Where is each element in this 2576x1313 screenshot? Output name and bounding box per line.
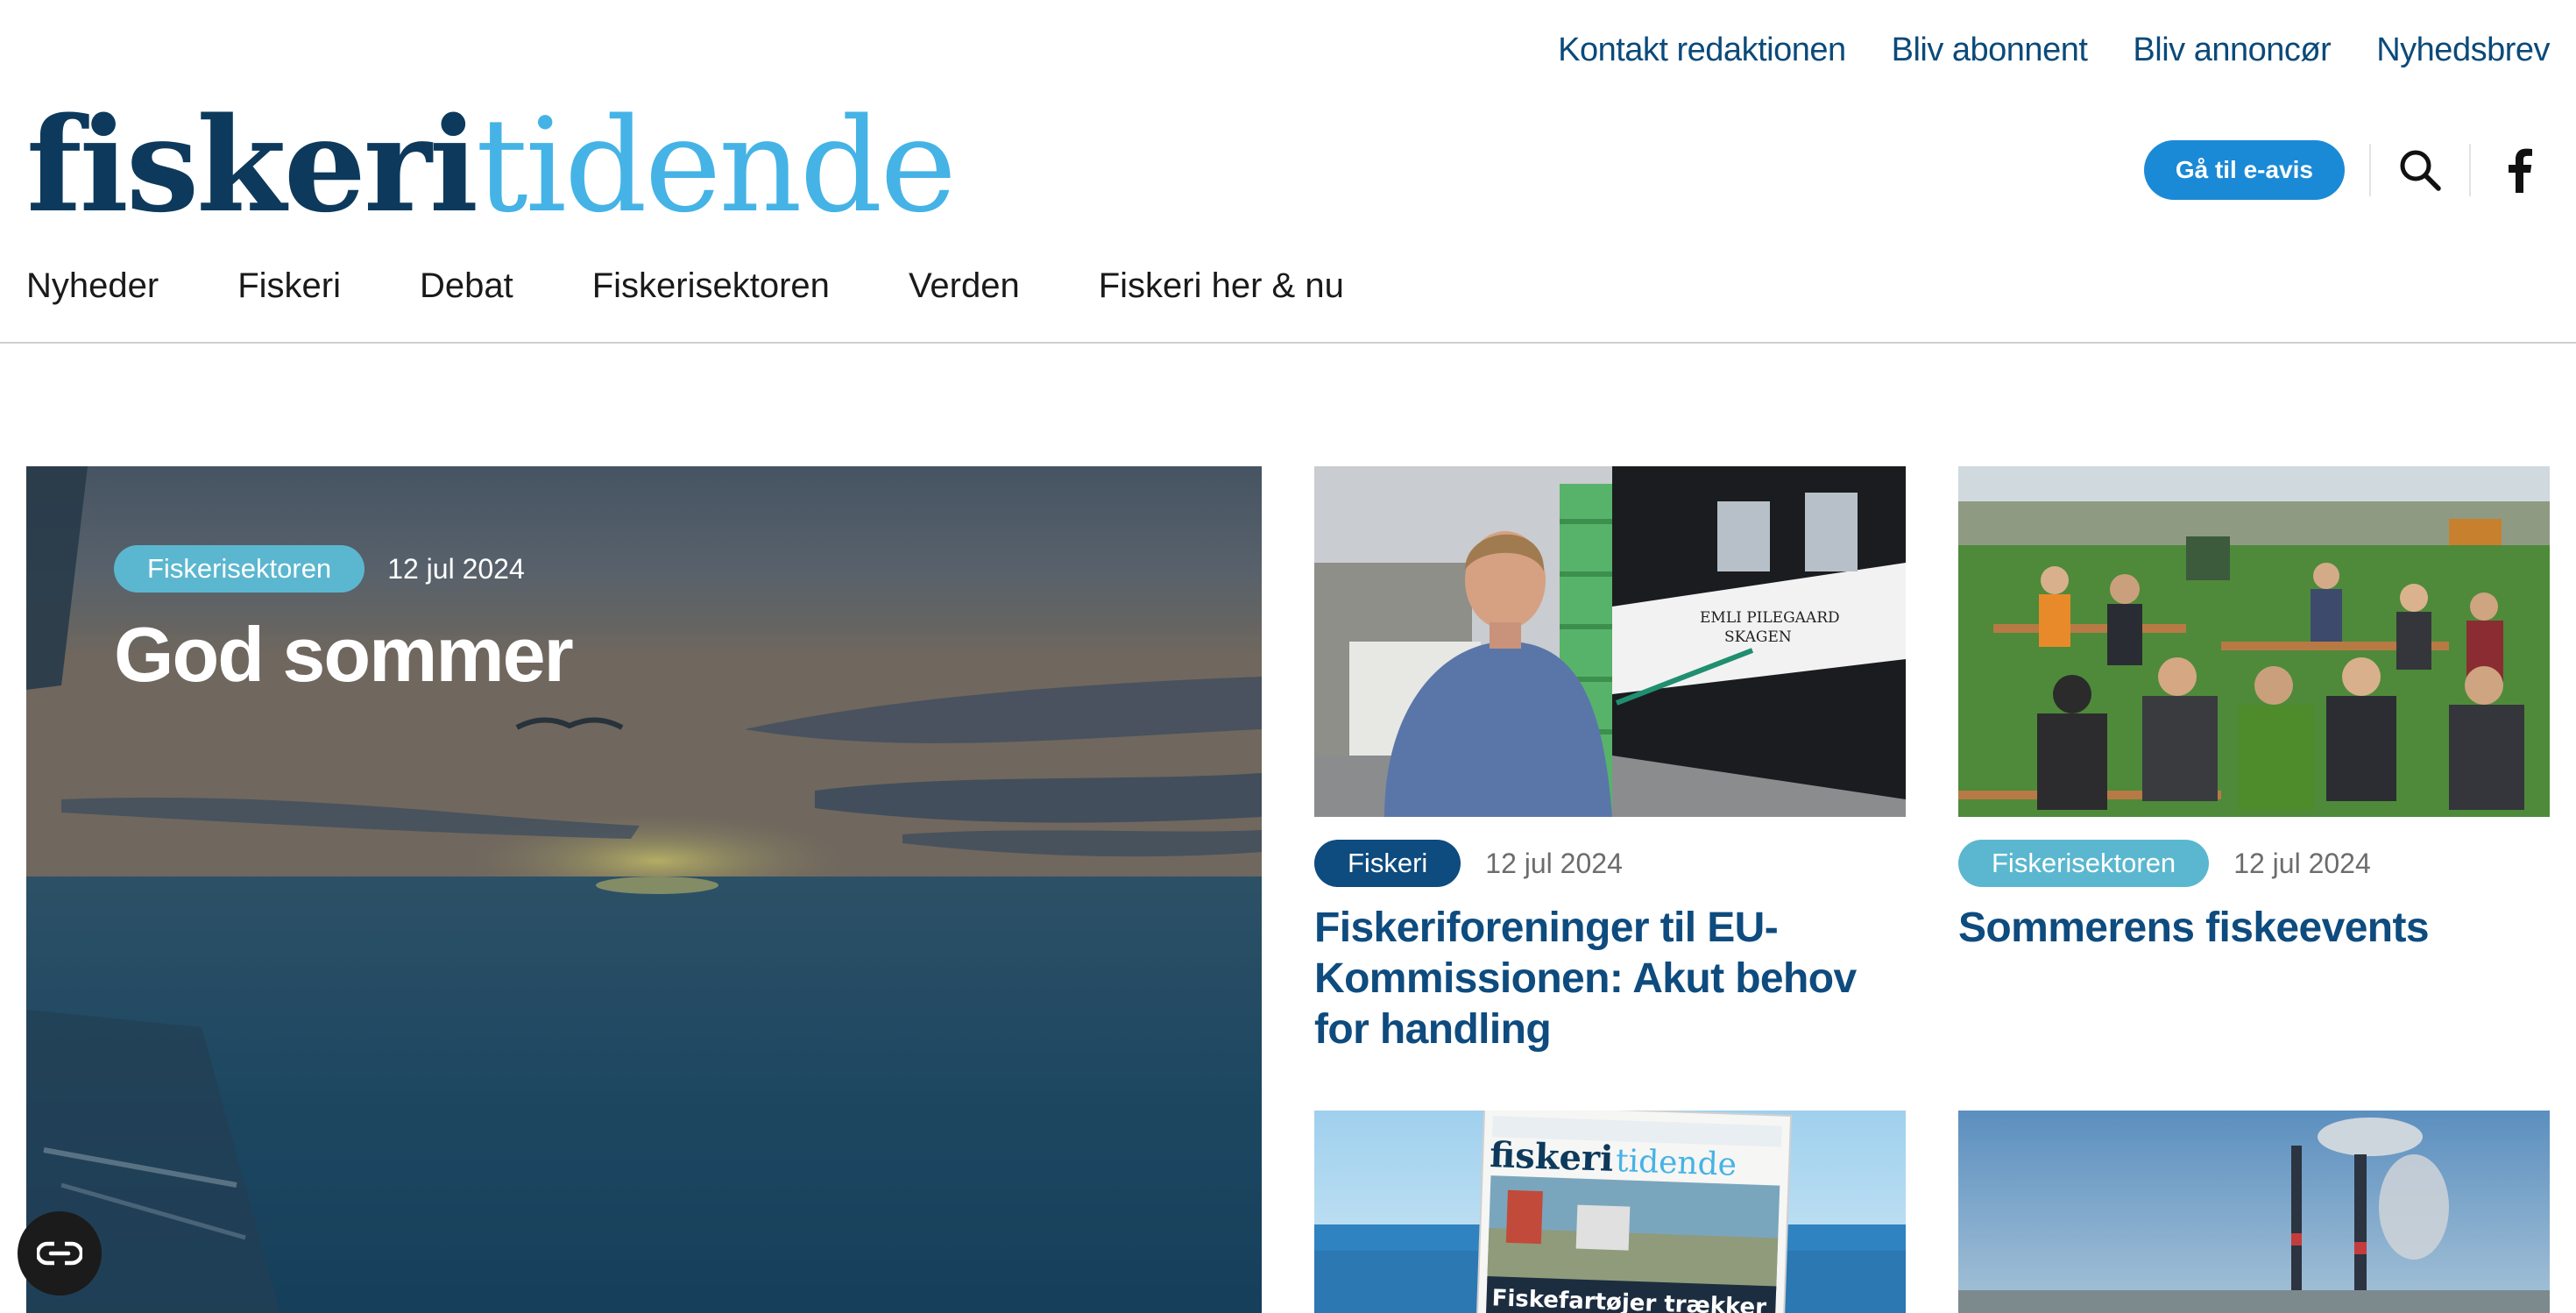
card-image [1958, 466, 2550, 817]
header-divider [2469, 144, 2471, 196]
article-date: 12 jul 2024 [387, 552, 525, 585]
subscribe-link[interactable]: Bliv abonnent [1892, 32, 2088, 69]
card-image: EMLI PILEGAARD SKAGEN [1314, 466, 1906, 817]
nav-item-nyheder[interactable]: Nyheder [26, 266, 159, 306]
magazine-masthead: fiskeri [1490, 1134, 1615, 1180]
nav-item-verden[interactable]: Verden [909, 266, 1020, 306]
article-card[interactable] [1958, 1111, 2550, 1313]
eavis-button[interactable]: Gå til e-avis [2143, 140, 2345, 200]
card-image: fiskeri tidende Fiskefartøjer trækker [1314, 1111, 1906, 1313]
boat-name-line-2: SKAGEN [1724, 628, 1792, 646]
card-meta: Fiskerisektoren 12 jul 2024 [1958, 840, 2550, 887]
newsletter-link[interactable]: Nyhedsbrev [2376, 32, 2550, 69]
category-badge[interactable]: Fiskerisektoren [1958, 840, 2210, 887]
card-image [1958, 1111, 2550, 1313]
nav-item-fiskerisektoren[interactable]: Fiskerisektoren [592, 266, 830, 306]
facebook-icon[interactable] [2495, 145, 2544, 195]
hero-article[interactable]: Fiskerisektoren 12 jul 2024 God sommer [26, 466, 1262, 1313]
article-card[interactable]: Fiskerisektoren 12 jul 2024 Sommerens fi… [1958, 466, 2550, 954]
site-logo[interactable]: fiskeritidende [26, 100, 957, 231]
hero-image [26, 466, 1262, 1313]
header-actions: Gå til e-avis [2143, 140, 2544, 200]
article-card[interactable]: EMLI PILEGAARD SKAGEN Fiskeri 12 jul 202… [1314, 466, 1906, 1055]
card-title[interactable]: Sommerens fiskeevents [1958, 903, 2550, 954]
nav-divider [0, 342, 2576, 344]
advertiser-link[interactable]: Bliv annoncør [2133, 32, 2331, 69]
logo-part-2: tidende [476, 90, 957, 241]
nav-item-fiskeri[interactable]: Fiskeri [237, 266, 341, 306]
card-meta: Fiskeri 12 jul 2024 [1314, 840, 1906, 887]
search-icon[interactable] [2396, 145, 2445, 195]
boat-name-line-1: EMLI PILEGAARD [1700, 609, 1840, 627]
article-date: 12 jul 2024 [2233, 847, 2371, 879]
article-date: 12 jul 2024 [1485, 847, 1623, 879]
main-nav: Nyheder Fiskeri Debat Fiskerisektoren Ve… [26, 266, 1344, 306]
article-card[interactable]: fiskeri tidende Fiskefartøjer trækker [1314, 1111, 1906, 1313]
hero-title[interactable]: God sommer [114, 610, 574, 699]
chat-icon[interactable] [18, 1211, 102, 1295]
nav-item-debat[interactable]: Debat [420, 266, 513, 306]
category-badge[interactable]: Fiskerisektoren [114, 545, 365, 593]
utility-nav: Kontakt redaktionen Bliv abonnent Bliv a… [1558, 32, 2550, 69]
category-badge[interactable]: Fiskeri [1314, 840, 1461, 887]
magazine-masthead-2: tidende [1615, 1143, 1737, 1183]
card-title[interactable]: Fiskeriforeninger til EU-Kommissionen: A… [1314, 903, 1906, 1055]
header-divider [2369, 144, 2371, 196]
nav-item-fiskeri-her-og-nu[interactable]: Fiskeri her & nu [1099, 266, 1344, 306]
logo-part-1: fiskeri [26, 89, 478, 241]
contact-editorial-link[interactable]: Kontakt redaktionen [1558, 32, 1846, 69]
hero-meta: Fiskerisektoren 12 jul 2024 [114, 545, 525, 593]
